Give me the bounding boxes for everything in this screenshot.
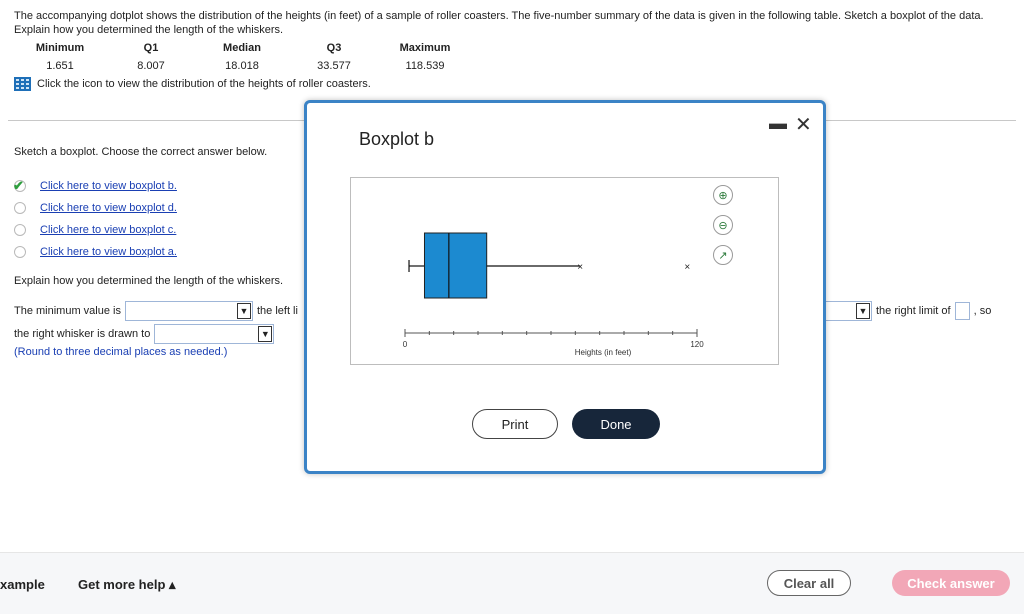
zoom-in-icon: ⊕ (713, 185, 733, 205)
zoom-in-button[interactable]: ⊕ (713, 185, 733, 205)
get-more-help-button[interactable]: Get more help ▴ (78, 577, 176, 593)
outlier-point: × (684, 262, 690, 273)
data-icon-row: Click the icon to view the distribution … (14, 77, 371, 91)
right-end-text: , so (973, 305, 992, 317)
summary-header-q3: Q3 (326, 42, 342, 54)
min-suffix-text: the left li (256, 305, 298, 317)
summary-header-median: Median (223, 42, 261, 54)
footer-bar: xample Get more help ▴ Clear all Check a… (0, 552, 1024, 614)
boxplot-chart: × × 0 120 Heights (in feet) (403, 232, 704, 357)
summary-value-q1: 8.007 (137, 60, 165, 72)
option-boxplot-b[interactable]: ✔ Click here to view boxplot b. (13, 178, 177, 193)
sketch-prompt: Sketch a boxplot. Choose the correct ans… (14, 146, 268, 158)
option-boxplot-c[interactable]: Click here to view boxplot c. (14, 224, 176, 236)
option-boxplot-d[interactable]: Click here to view boxplot d. (14, 202, 177, 214)
x-axis-label: Heights (in feet) (575, 348, 632, 357)
close-button[interactable]: ✕ (795, 112, 812, 137)
outlier-point: × (577, 262, 583, 273)
external-link-icon: ↗ (713, 245, 733, 265)
round-note: (Round to three decimal places as needed… (14, 346, 228, 358)
clear-all-button[interactable]: Clear all (767, 570, 851, 596)
summary-value-minimum: 1.651 (46, 60, 74, 72)
maximum-comparison-select[interactable]: ▼ (826, 301, 872, 321)
whisker-text: the right whisker is drawn to (14, 328, 151, 340)
zoom-out-icon: ⊖ (713, 215, 733, 235)
minimize-button[interactable]: ▬ (769, 113, 787, 134)
summary-value-maximum: 118.539 (405, 60, 445, 72)
option-boxplot-a[interactable]: Click here to view boxplot a. (14, 246, 177, 258)
whisker-endpoint-select[interactable]: ▼ (154, 324, 275, 344)
summary-value-median: 18.018 (225, 60, 259, 72)
radio-button[interactable] (14, 202, 26, 214)
check-answer-button[interactable]: Check answer (892, 570, 1010, 596)
iqr-box (423, 232, 488, 299)
option-link-b[interactable]: Click here to view boxplot b. (40, 180, 177, 192)
dropdown-arrow-icon: ▼ (856, 303, 870, 319)
right-limit-text: the right limit of (876, 305, 951, 317)
tick-label: 120 (690, 340, 704, 349)
summary-value-q3: 33.577 (317, 60, 351, 72)
option-link-c[interactable]: Click here to view boxplot c. (40, 224, 176, 236)
summary-header-maximum: Maximum (399, 42, 451, 54)
section-divider-left (8, 120, 304, 121)
section-divider-right (826, 120, 1016, 121)
option-link-a[interactable]: Click here to view boxplot a. (40, 246, 177, 258)
radio-button[interactable] (14, 224, 26, 236)
summary-header-minimum: Minimum (35, 42, 85, 54)
print-button[interactable]: Print (472, 409, 558, 439)
right-limit-sentence: ▼ the right limit of , so (826, 301, 991, 321)
zoom-out-button[interactable]: ⊖ (713, 215, 733, 235)
table-icon[interactable] (14, 77, 31, 91)
explain-prompt: Explain how you determined the length of… (14, 275, 284, 287)
radio-button[interactable] (14, 246, 26, 258)
question-intro: The accompanying dotplot shows the distr… (14, 10, 984, 36)
minimum-sentence: The minimum value is ▼ the left li (14, 301, 298, 321)
minimum-comparison-select[interactable]: ▼ (124, 301, 253, 321)
min-prefix-text: The minimum value is (14, 305, 121, 317)
tick-labels: 0 120 (403, 340, 704, 349)
whisker-sentence: the right whisker is drawn to ▼ (14, 324, 275, 344)
tick-label: 0 (403, 340, 408, 349)
done-button[interactable]: Done (572, 409, 660, 439)
right-limit-input[interactable] (954, 302, 970, 320)
radio-selected[interactable]: ✔ (13, 178, 26, 193)
example-link[interactable]: xample (0, 577, 45, 592)
modal-title: Boxplot b (359, 129, 435, 149)
outlier-markers: × × (577, 262, 690, 273)
dropdown-arrow-icon: ▼ (236, 303, 251, 319)
boxplot-modal: Boxplot b ▬ ✕ × × 0 120 Heights (in feet) … (304, 100, 826, 474)
boxplot-frame: × × 0 120 Heights (in feet) (350, 177, 779, 365)
summary-header-q1: Q1 (143, 42, 159, 54)
dropdown-arrow-icon: ▼ (258, 326, 273, 342)
data-icon-text: Click the icon to view the distribution … (37, 78, 371, 90)
open-external-button[interactable]: ↗ (713, 245, 733, 265)
option-link-d[interactable]: Click here to view boxplot d. (40, 202, 177, 214)
five-number-summary-table: Minimum Q1 Median Q3 Maximum 1.651 8.007… (14, 39, 470, 75)
checkmark-icon: ✔ (13, 178, 24, 193)
